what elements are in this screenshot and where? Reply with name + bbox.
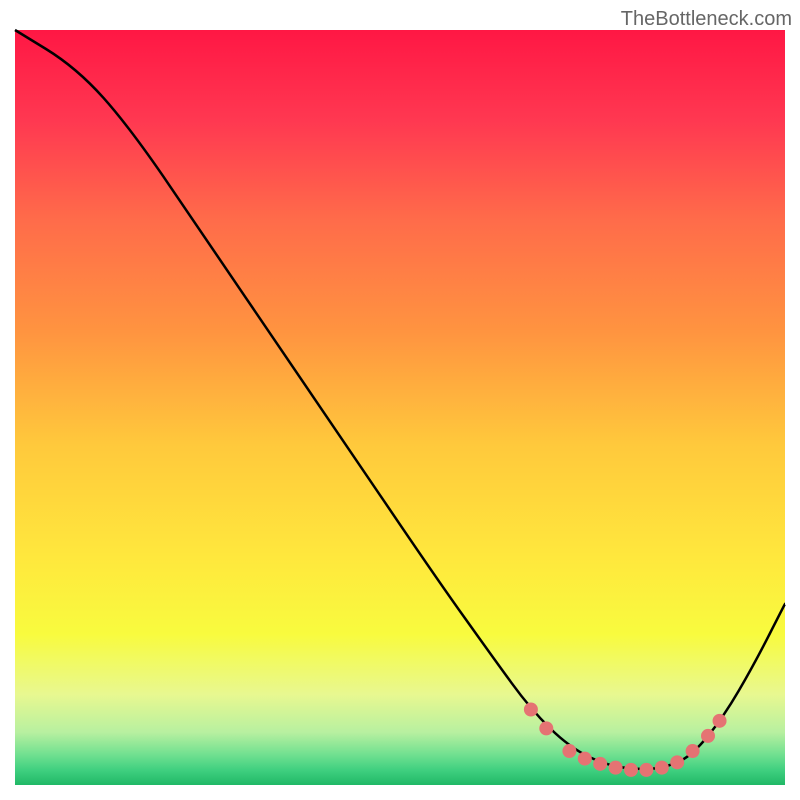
marker-point — [701, 729, 715, 743]
marker-point — [578, 752, 592, 766]
plot-background — [15, 30, 785, 785]
chart-container: TheBottleneck.com — [0, 0, 800, 800]
marker-point — [670, 755, 684, 769]
chart-svg — [0, 0, 800, 800]
marker-point — [686, 744, 700, 758]
marker-point — [593, 757, 607, 771]
marker-point — [524, 703, 538, 717]
marker-point — [639, 763, 653, 777]
marker-point — [713, 714, 727, 728]
marker-point — [624, 763, 638, 777]
watermark-text: TheBottleneck.com — [621, 8, 792, 31]
marker-point — [655, 761, 669, 775]
marker-point — [562, 744, 576, 758]
marker-point — [609, 761, 623, 775]
marker-point — [539, 721, 553, 735]
